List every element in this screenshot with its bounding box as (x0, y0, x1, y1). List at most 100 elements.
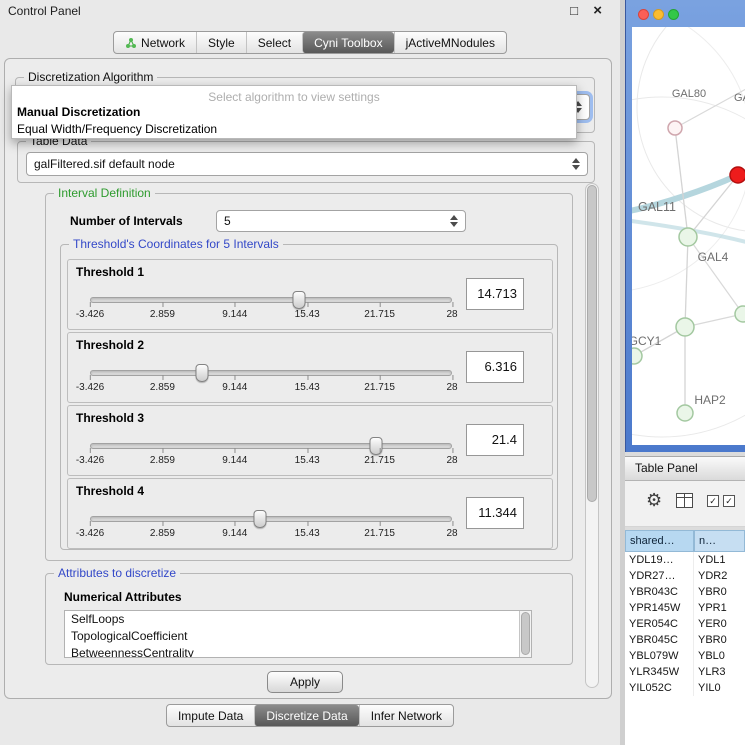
tick-label: -3.426 (76, 528, 104, 539)
panel-scrollbar-thumb[interactable] (587, 185, 597, 502)
slider-thumb[interactable] (196, 364, 209, 382)
table-cell[interactable]: YBL079W (625, 648, 694, 664)
algorithm-group-title: Discretization Algorithm (24, 70, 157, 84)
table-data-value: galFiltered.sif default node (34, 157, 175, 171)
table-cell[interactable]: YIL052C (625, 680, 694, 696)
table-cell[interactable]: YBL0 (694, 648, 745, 664)
close-button[interactable] (638, 9, 649, 20)
table-data-combobox[interactable]: galFiltered.sif default node (26, 152, 588, 176)
tick-label: 15.43 (295, 528, 320, 539)
table-row[interactable]: YDR27…YDR2 (625, 568, 745, 584)
threshold-1-slider[interactable] (90, 290, 452, 310)
node-label: GCY1 (632, 334, 662, 348)
network-node-red[interactable] (730, 167, 745, 183)
table-cell[interactable]: YPR1 (694, 600, 745, 616)
tab-jactivemnodules[interactable]: jActiveMNodules (394, 32, 506, 53)
table-cell[interactable]: YDR27… (625, 568, 694, 584)
tick-label: 21.715 (364, 309, 395, 320)
table-row[interactable]: YBL079WYBL0 (625, 648, 745, 664)
panel-scrollbar[interactable] (585, 183, 599, 688)
list-item[interactable]: SelfLoops (65, 611, 531, 628)
tick-label: 21.715 (364, 455, 395, 466)
slider-ticks: -3.426 2.859 9.144 15.43 21.715 28 (90, 528, 452, 542)
close-window-icon[interactable]: × (593, 3, 602, 19)
table-cell[interactable]: YDL1 (694, 552, 745, 568)
network-node[interactable] (632, 348, 642, 364)
network-node[interactable] (679, 228, 697, 246)
algorithm-option-manual[interactable]: Manual Discretization (12, 104, 576, 121)
tick-label: 2.859 (150, 528, 175, 539)
table-cell[interactable]: YDL19… (625, 552, 694, 568)
algorithm-option-equal-width[interactable]: Equal Width/Frequency Discretization (12, 121, 576, 138)
threshold-3-slider[interactable] (90, 436, 452, 456)
tab-discretize-data[interactable]: Discretize Data (254, 705, 358, 726)
table-cell[interactable]: YBR0 (694, 632, 745, 648)
columns-icon[interactable] (676, 493, 693, 508)
tab-impute-data[interactable]: Impute Data (167, 705, 254, 726)
table-row[interactable]: YBR045CYBR0 (625, 632, 745, 648)
zoom-button[interactable] (668, 9, 679, 20)
threshold-1-box: Threshold 1 -3.426 2.859 9.144 15.43 21.… (67, 259, 553, 330)
table-cell[interactable]: YBR043C (625, 584, 694, 600)
threshold-2-value-field[interactable]: 6.316 (466, 351, 524, 383)
slider-track[interactable] (90, 443, 452, 449)
list-item[interactable]: TopologicalCoefficient (65, 628, 531, 645)
tick-label: 2.859 (150, 309, 175, 320)
network-node[interactable] (668, 121, 682, 135)
network-node[interactable] (677, 405, 693, 421)
table-cell[interactable]: YPR145W (625, 600, 694, 616)
table-row[interactable]: YER054CYER0 (625, 616, 745, 632)
network-node[interactable] (676, 318, 694, 336)
node-label: GAL80 (672, 88, 706, 100)
threshold-4-slider[interactable] (90, 509, 452, 529)
tick-label: -3.426 (76, 382, 104, 393)
minimize-button[interactable] (653, 9, 664, 20)
apply-button[interactable]: Apply (267, 671, 343, 693)
threshold-2-slider[interactable] (90, 363, 452, 383)
tab-network[interactable]: Network (114, 32, 196, 53)
table-row[interactable]: YBR043CYBR0 (625, 584, 745, 600)
threshold-1-value-field[interactable]: 14.713 (466, 278, 524, 310)
list-scrollbar[interactable] (519, 611, 531, 657)
threshold-2-label: Threshold 2 (76, 338, 144, 352)
gear-icon[interactable]: ⚙ (646, 490, 662, 510)
slider-track[interactable] (90, 516, 452, 522)
table-row[interactable]: YLR345WYLR3 (625, 664, 745, 680)
num-intervals-combobox[interactable]: 5 (216, 210, 466, 232)
table-cell[interactable]: YDR2 (694, 568, 745, 584)
table-cell[interactable]: YLR345W (625, 664, 694, 680)
table-row[interactable]: YDL19…YDL1 (625, 552, 745, 568)
slider-track[interactable] (90, 297, 452, 303)
list-scrollbar-thumb[interactable] (521, 612, 530, 655)
network-node[interactable] (735, 306, 745, 322)
float-window-icon[interactable]: □ (570, 3, 578, 19)
network-canvas[interactable]: GAL80 GA GAL11 GAL4 GCY1 HAP2 (632, 27, 745, 445)
tick-label: 9.144 (222, 455, 247, 466)
table-cell[interactable]: YIL0 (694, 680, 745, 696)
tick-label: 15.43 (295, 309, 320, 320)
threshold-3-value-field[interactable]: 21.4 (466, 424, 524, 456)
column-header-shared-name[interactable]: shared… (625, 530, 694, 552)
slider-thumb[interactable] (254, 510, 267, 528)
table-cell[interactable]: YER0 (694, 616, 745, 632)
column-header-name[interactable]: n… (694, 530, 745, 552)
list-item[interactable]: BetweennessCentrality (65, 645, 531, 658)
tab-style[interactable]: Style (196, 32, 246, 53)
table-row[interactable]: YIL052CYIL0 (625, 680, 745, 696)
checkbox-icon[interactable]: ✓ (707, 495, 719, 507)
threshold-4-value-field[interactable]: 11.344 (466, 497, 524, 529)
table-cell[interactable]: YLR3 (694, 664, 745, 680)
combo-arrows-icon (572, 158, 580, 170)
checkbox-icon[interactable]: ✓ (723, 495, 735, 507)
combo-arrows-icon (450, 215, 458, 227)
slider-track[interactable] (90, 370, 452, 376)
tab-infer-network[interactable]: Infer Network (359, 705, 453, 726)
tab-select[interactable]: Select (246, 32, 302, 53)
slider-thumb[interactable] (292, 291, 305, 309)
table-row[interactable]: YPR145WYPR1 (625, 600, 745, 616)
table-cell[interactable]: YER054C (625, 616, 694, 632)
table-cell[interactable]: YBR045C (625, 632, 694, 648)
table-cell[interactable]: YBR0 (694, 584, 745, 600)
tab-cyni-toolbox[interactable]: Cyni Toolbox (302, 32, 393, 53)
tab-style-label: Style (208, 36, 235, 50)
